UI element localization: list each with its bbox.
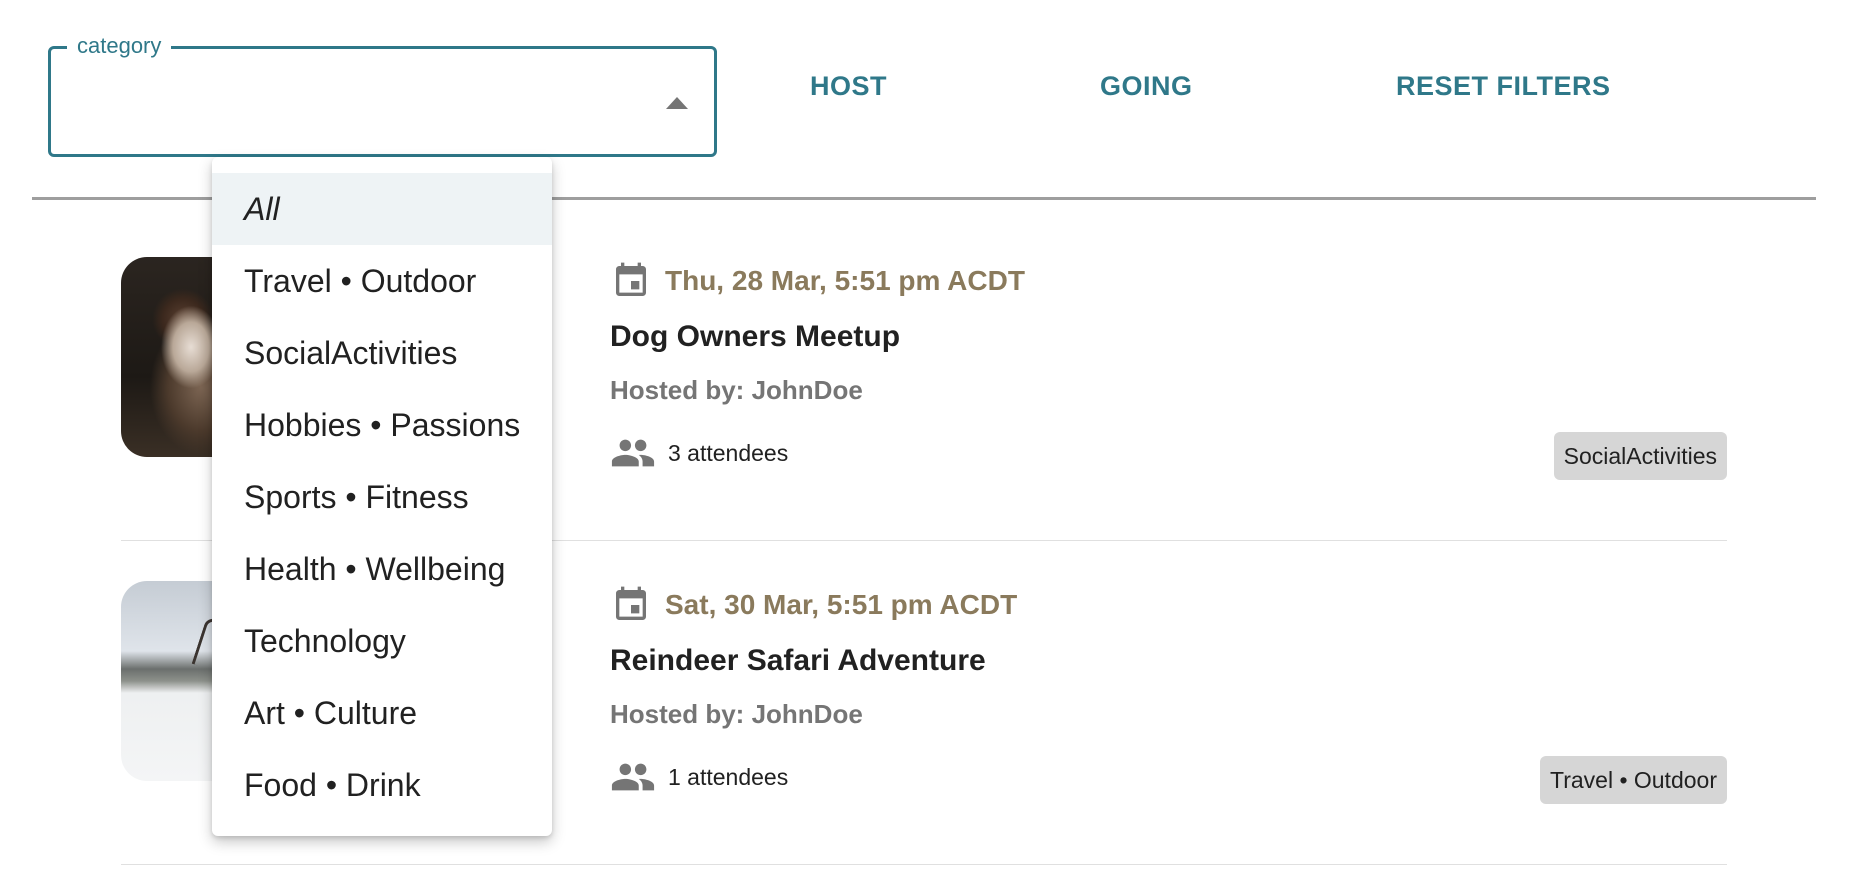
- event-separator: [121, 864, 1727, 865]
- calendar-icon: [616, 262, 646, 296]
- category-chip: Travel • Outdoor: [1540, 756, 1727, 804]
- event-attendees-row: 1 attendees: [610, 761, 788, 793]
- menu-item-travel-outdoor[interactable]: Travel • Outdoor: [212, 245, 552, 317]
- event-host: Hosted by: JohnDoe: [610, 699, 863, 729]
- category-menu: All Travel • Outdoor SocialActivities Ho…: [212, 157, 552, 836]
- event-title[interactable]: Dog Owners Meetup: [610, 320, 900, 354]
- event-attendees: 3 attendees: [668, 439, 789, 466]
- event-date: Thu, 28 Mar, 5:51 pm ACDT: [665, 265, 1025, 296]
- people-icon: [611, 763, 655, 791]
- event-date: Sat, 30 Mar, 5:51 pm ACDT: [665, 589, 1018, 620]
- menu-item-all[interactable]: All: [212, 173, 552, 245]
- arrow-up-icon[interactable]: [666, 97, 688, 109]
- people-icon: [611, 439, 655, 467]
- menu-item-social-activities[interactable]: SocialActivities: [212, 317, 552, 389]
- menu-item-sports-fitness[interactable]: Sports • Fitness: [212, 461, 552, 533]
- category-chip: SocialActivities: [1553, 432, 1727, 480]
- calendar-icon: [616, 586, 646, 620]
- host-filter-button[interactable]: HOST: [810, 68, 887, 104]
- event-attendees: 1 attendees: [668, 763, 789, 790]
- event-title[interactable]: Reindeer Safari Adventure: [610, 644, 986, 678]
- menu-item-hobbies-passions[interactable]: Hobbies • Passions: [212, 389, 552, 461]
- menu-item-health-wellbeing[interactable]: Health • Wellbeing: [212, 533, 552, 605]
- event-date-row: Sat, 30 Mar, 5:51 pm ACDT: [611, 583, 1017, 627]
- reset-filters-button[interactable]: RESET FILTERS: [1396, 68, 1611, 104]
- event-host: Hosted by: JohnDoe: [610, 375, 863, 405]
- event-attendees-row: 3 attendees: [610, 437, 788, 469]
- category-label: category: [67, 32, 172, 60]
- event-date-row: Thu, 28 Mar, 5:51 pm ACDT: [611, 259, 1025, 303]
- menu-item-food-drink[interactable]: Food • Drink: [212, 749, 552, 821]
- category-select[interactable]: category: [48, 32, 717, 157]
- menu-item-art-culture[interactable]: Art • Culture: [212, 677, 552, 749]
- menu-item-technology[interactable]: Technology: [212, 605, 552, 677]
- going-filter-button[interactable]: GOING: [1100, 68, 1193, 104]
